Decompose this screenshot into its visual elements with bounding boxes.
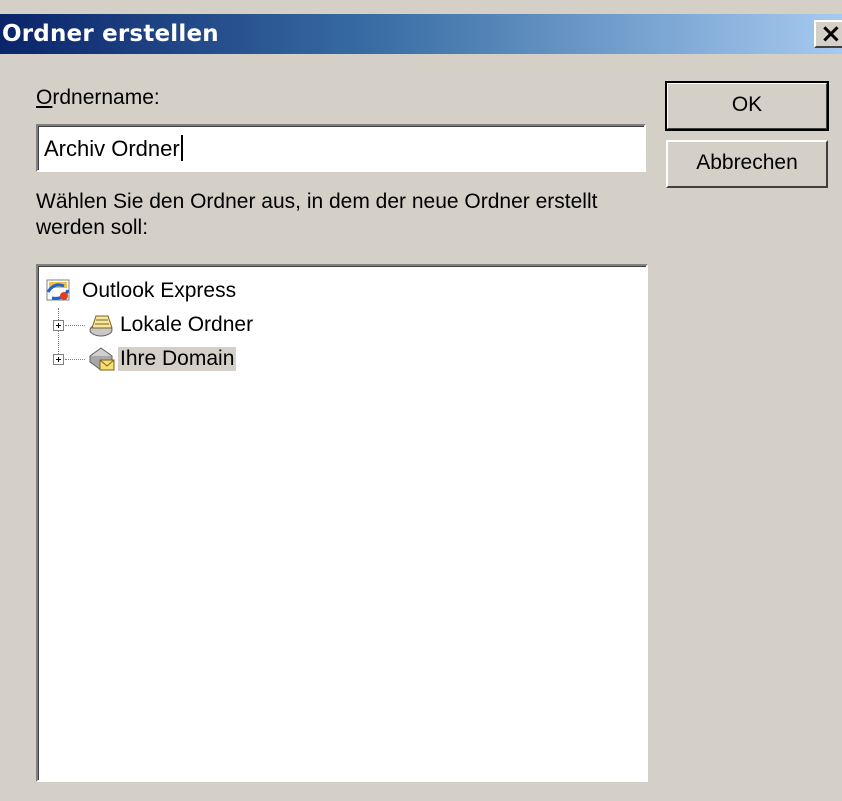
outlook-express-icon bbox=[46, 279, 70, 301]
folder-name-label-accel: O bbox=[36, 86, 53, 109]
text-caret bbox=[180, 135, 183, 161]
tree-node-label: Lokale Ordner bbox=[120, 313, 254, 336]
tree-node-label: Outlook Express bbox=[82, 279, 237, 302]
mail-server-icon bbox=[89, 347, 115, 371]
expand-icon[interactable] bbox=[53, 320, 64, 331]
create-folder-dialog: Ordner erstellen × Ordnername: Archiv Or… bbox=[0, 0, 842, 801]
close-icon: × bbox=[820, 19, 842, 49]
folder-name-value: Archiv Ordner bbox=[44, 136, 180, 161]
tree-connector bbox=[65, 325, 85, 327]
local-folders-icon bbox=[89, 315, 113, 337]
ok-button-label: OK bbox=[731, 93, 763, 116]
folder-tree[interactable]: Outlook Express Lokale Ordner Ihre Domai… bbox=[36, 264, 648, 782]
expand-icon[interactable] bbox=[53, 354, 64, 365]
ok-button[interactable]: OK bbox=[665, 81, 829, 131]
tree-node-local-folders[interactable]: Lokale Ordner bbox=[46, 310, 346, 340]
tree-node-label-selected: Ihre Domain bbox=[118, 347, 237, 371]
close-button[interactable]: × bbox=[814, 19, 842, 49]
tree-node-your-domain[interactable]: Ihre Domain bbox=[46, 344, 346, 374]
folder-name-label-rest: rdnername: bbox=[52, 86, 160, 109]
folder-name-input[interactable]: Archiv Ordner bbox=[36, 124, 646, 172]
cancel-button-label: Abbrechen bbox=[696, 151, 798, 174]
folder-name-label: Ordnername: bbox=[36, 86, 160, 110]
cancel-button[interactable]: Abbrechen bbox=[666, 140, 828, 188]
instruction-text-line2: werden soll: bbox=[36, 216, 149, 239]
tree-connector bbox=[65, 359, 85, 361]
title-bar[interactable]: Ordner erstellen × bbox=[0, 14, 842, 54]
instruction-text-line1: Wählen Sie den Ordner aus, in dem der ne… bbox=[36, 190, 598, 213]
dialog-title: Ordner erstellen bbox=[2, 21, 219, 47]
